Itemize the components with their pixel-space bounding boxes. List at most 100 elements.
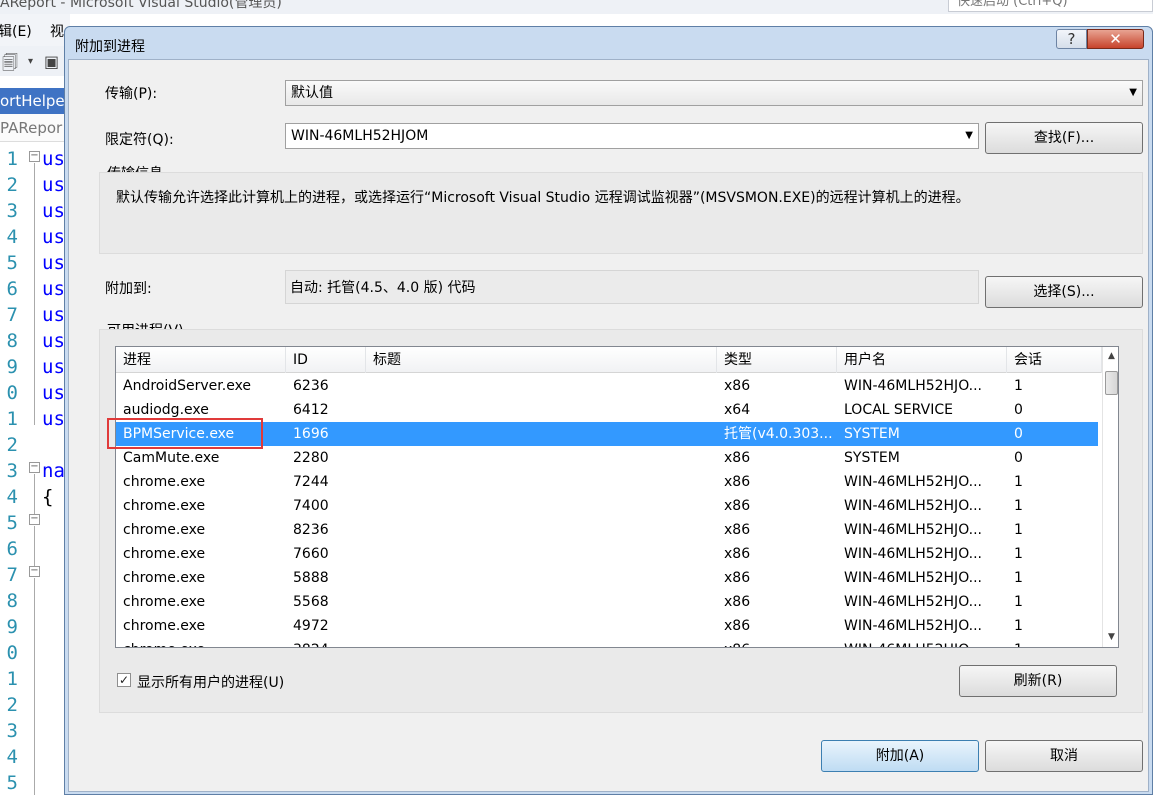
- select-button[interactable]: 选择(S)...: [985, 276, 1143, 308]
- quick-launch-input[interactable]: 快速启动 (Ctrl+Q): [948, 0, 1153, 12]
- table-row[interactable]: chrome.exe 7660 x86 WIN-46MLH52HJO... 1: [116, 542, 1098, 566]
- line-number: 0: [6, 642, 18, 664]
- column-header-process[interactable]: 进程: [116, 347, 286, 373]
- collapse-icon[interactable]: −: [29, 514, 40, 525]
- cell-session: 1: [1014, 618, 1023, 634]
- menu-view[interactable]: 视: [50, 21, 64, 41]
- fold-guide-line: [34, 474, 35, 514]
- cell-type: x86: [724, 498, 751, 514]
- scroll-up-icon[interactable]: ▲: [1103, 348, 1118, 365]
- editor-tab-active[interactable]: ortHelper: [0, 88, 68, 114]
- table-row[interactable]: chrome.exe 7244 x86 WIN-46MLH52HJO... 1: [116, 470, 1098, 494]
- table-row[interactable]: AndroidServer.exe 6236 x86 WIN-46MLH52HJO..…: [116, 374, 1098, 398]
- cell-type: x86: [724, 378, 751, 394]
- table-row[interactable]: chrome.exe3824x86WIN-46MLH52HJO...1: [116, 638, 1098, 647]
- cell-title: [366, 422, 717, 446]
- vs-titlebar: AReport - Microsoft Visual Studio(管理员) 快…: [0, 0, 1153, 14]
- column-header-type[interactable]: 类型: [717, 347, 837, 373]
- process-list-scrollbar[interactable]: ▲ ▼: [1102, 347, 1118, 647]
- cell-username: LOCAL SERVICE: [844, 402, 953, 418]
- attach-to-process-dialog: 附加到进程 ? ✕ 传输(P): 默认值 ▼ 限定符(Q): WIN-46MLH…: [64, 26, 1153, 795]
- cell-id: 5568: [293, 594, 329, 610]
- new-project-icon[interactable]: 🗐: [2, 52, 18, 79]
- cell-username: WIN-46MLH52HJO...: [837, 638, 1007, 647]
- close-button[interactable]: ✕: [1087, 29, 1144, 49]
- transport-select[interactable]: 默认值 ▼: [285, 80, 1143, 106]
- cell-id: 7660: [293, 546, 329, 562]
- vs-window-title: AReport - Microsoft Visual Studio(管理员): [0, 0, 282, 11]
- code-line: us: [42, 252, 65, 274]
- collapse-icon[interactable]: −: [29, 462, 40, 473]
- table-row[interactable]: chrome.exe 8236 x86 WIN-46MLH52HJO... 1: [116, 518, 1098, 542]
- scroll-thumb[interactable]: [1105, 371, 1118, 395]
- line-number: 2: [6, 694, 18, 716]
- camera-icon[interactable]: ▣: [44, 52, 59, 71]
- find-button[interactable]: 查找(F)...: [985, 122, 1143, 154]
- cell-process: chrome.exe: [123, 474, 206, 490]
- table-row[interactable]: audiodg.exe 6412 x64 LOCAL SERVICE 0: [116, 398, 1098, 422]
- cell-process: chrome.exe: [123, 546, 206, 562]
- cell-username: WIN-46MLH52HJO...: [844, 570, 982, 586]
- cell-type: x86: [724, 474, 751, 490]
- cell-process: chrome.exe: [123, 498, 206, 514]
- table-row[interactable]: chrome.exe 5568 x86 WIN-46MLH52HJO... 1: [116, 590, 1098, 614]
- editor-tab-inactive[interactable]: PARepor: [0, 114, 68, 142]
- cell-process: chrome.exe: [116, 638, 286, 647]
- table-row[interactable]: chrome.exe 4972 x86 WIN-46MLH52HJO... 1: [116, 614, 1098, 638]
- qualifier-input[interactable]: WIN-46MLH52HJOM ▼: [285, 123, 979, 149]
- cell-process: audiodg.exe: [123, 402, 209, 418]
- column-header-session[interactable]: 会话: [1007, 347, 1102, 373]
- cell-id: 8236: [293, 522, 329, 538]
- line-number: 1: [6, 408, 18, 430]
- scroll-down-icon[interactable]: ▼: [1103, 629, 1118, 646]
- collapse-icon[interactable]: −: [29, 566, 40, 577]
- show-all-users-checkbox[interactable]: ✓: [117, 673, 131, 687]
- dropdown-arrow-icon[interactable]: ▾: [28, 56, 33, 67]
- attach-button[interactable]: 附加(A): [821, 740, 979, 772]
- table-row[interactable]: chrome.exe 5888 x86 WIN-46MLH52HJO... 1: [116, 566, 1098, 590]
- code-line: us: [42, 330, 65, 352]
- cell-session: 1: [1014, 378, 1023, 394]
- column-header-id[interactable]: ID: [286, 347, 366, 373]
- vs-menubar: 辑(E) 视: [0, 14, 70, 46]
- cancel-button[interactable]: 取消: [985, 740, 1143, 772]
- cell-process: chrome.exe: [123, 522, 206, 538]
- chevron-down-icon[interactable]: ▼: [965, 124, 973, 148]
- table-row[interactable]: CamMute.exe 2280 x86 SYSTEM 0: [116, 446, 1098, 470]
- table-row[interactable]: BPMService.exe 1696 托管(v4.0.303... SYSTEM 0: [116, 422, 1098, 446]
- column-header-username[interactable]: 用户名: [837, 347, 1007, 373]
- collapse-icon[interactable]: −: [29, 151, 40, 162]
- line-number: 7: [6, 564, 18, 586]
- help-button[interactable]: ?: [1056, 29, 1087, 49]
- cell-process: BPMService.exe: [123, 426, 235, 442]
- process-list[interactable]: 进程 ID 标题 类型 用户名 会话 AndroidServer.exe 6236 x86 WI…: [115, 346, 1119, 648]
- cell-type: x86: [724, 618, 751, 634]
- cell-type: x86: [724, 594, 751, 610]
- table-row[interactable]: chrome.exe 7400 x86 WIN-46MLH52HJO... 1: [116, 494, 1098, 518]
- line-number: 4: [6, 486, 18, 508]
- line-number: 3: [6, 200, 18, 222]
- show-all-users-label[interactable]: 显示所有用户的进程(U): [137, 672, 284, 692]
- line-number: 5: [6, 772, 18, 794]
- cell-session: 1: [1014, 594, 1023, 610]
- cell-title: [366, 566, 717, 590]
- cell-id: 7400: [293, 498, 329, 514]
- cell-type: x86: [724, 570, 751, 586]
- line-number: 2: [6, 174, 18, 196]
- cell-title: [366, 542, 717, 566]
- menu-edit[interactable]: 辑(E): [0, 21, 32, 41]
- line-number: 4: [6, 746, 18, 768]
- cell-session: 1: [1014, 498, 1023, 514]
- code-line: us: [42, 174, 65, 196]
- cell-process: AndroidServer.exe: [123, 378, 252, 394]
- refresh-button[interactable]: 刷新(R): [959, 665, 1117, 697]
- cell-session: 0: [1014, 402, 1023, 418]
- code-line: us: [42, 356, 65, 378]
- cell-username: WIN-46MLH52HJO...: [844, 474, 982, 490]
- cell-type: x86: [717, 638, 837, 647]
- cell-title: [366, 446, 717, 470]
- code-editor[interactable]: 1 2 3 4 5 6 7 8 9 0 1 2 3 4 5 6 7 8 9 0 1 2 3 4 5 us us us us us us us u…: [0, 142, 68, 795]
- cell-id: 5888: [293, 570, 329, 586]
- column-header-title[interactable]: 标题: [366, 347, 717, 373]
- line-number: 6: [6, 278, 18, 300]
